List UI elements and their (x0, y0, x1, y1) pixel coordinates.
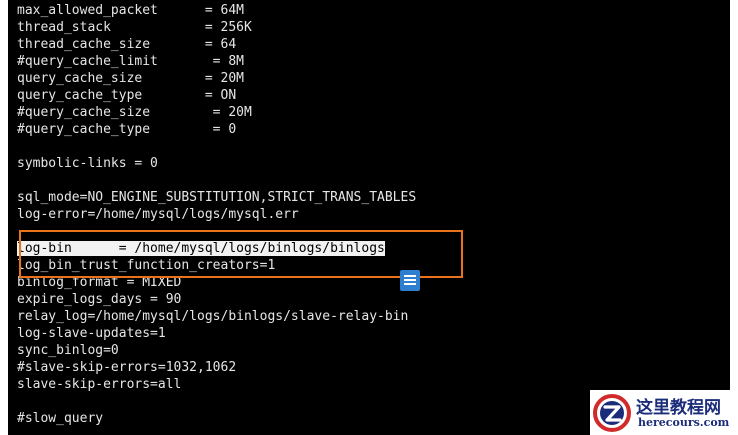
config-file-content: max_allowed_packet = 64M thread_stack = … (17, 2, 730, 427)
config-line (17, 138, 730, 155)
config-line: query_cache_size = 20M (17, 71, 244, 86)
config-line: symbolic-links = 0 (17, 156, 158, 171)
config-line: max_allowed_packet = 64M (17, 3, 244, 18)
site-logo-icon (593, 394, 631, 432)
watermark-name: 这里教程网 (636, 398, 721, 418)
config-line: expire_logs_days = 90 (17, 292, 182, 307)
config-line: #query_cache_limit = 8M (17, 54, 244, 69)
config-line (17, 172, 730, 189)
config-line: log_bin_trust_function_creators=1 (17, 258, 276, 273)
selected-config-line: log-bin = /home/mysql/logs/binlogs/binlo… (17, 240, 730, 257)
config-line: #query_cache_type = 0 (17, 122, 237, 137)
watermark: 这里教程网 herecours.com (590, 390, 738, 435)
config-line: query_cache_type = ON (17, 88, 237, 103)
watermark-url: herecours.com (638, 416, 730, 429)
config-line: sql_mode=NO_ENGINE_SUBSTITUTION,STRICT_T… (17, 190, 417, 205)
config-line (17, 223, 730, 240)
note-icon[interactable] (400, 270, 420, 291)
config-line: binlog_format = MIXED (17, 275, 182, 290)
config-line: thread_stack = 256K (17, 20, 252, 35)
config-line: sync_binlog=0 (17, 343, 119, 358)
config-line: relay_log=/home/mysql/logs/binlogs/slave… (17, 309, 409, 324)
config-line: #slave-skip-errors=1032,1062 (17, 360, 237, 375)
config-line: thread_cache_size = 64 (17, 37, 237, 52)
config-line: log-slave-updates=1 (17, 326, 166, 341)
selected-text: log-bin = /home/mysql/logs/binlogs/binlo… (17, 241, 385, 256)
config-line: #query_cache_size = 20M (17, 105, 252, 120)
terminal-window[interactable]: max_allowed_packet = 64M thread_stack = … (8, 0, 730, 435)
config-line: log-error=/home/mysql/logs/mysql.err (17, 207, 299, 222)
